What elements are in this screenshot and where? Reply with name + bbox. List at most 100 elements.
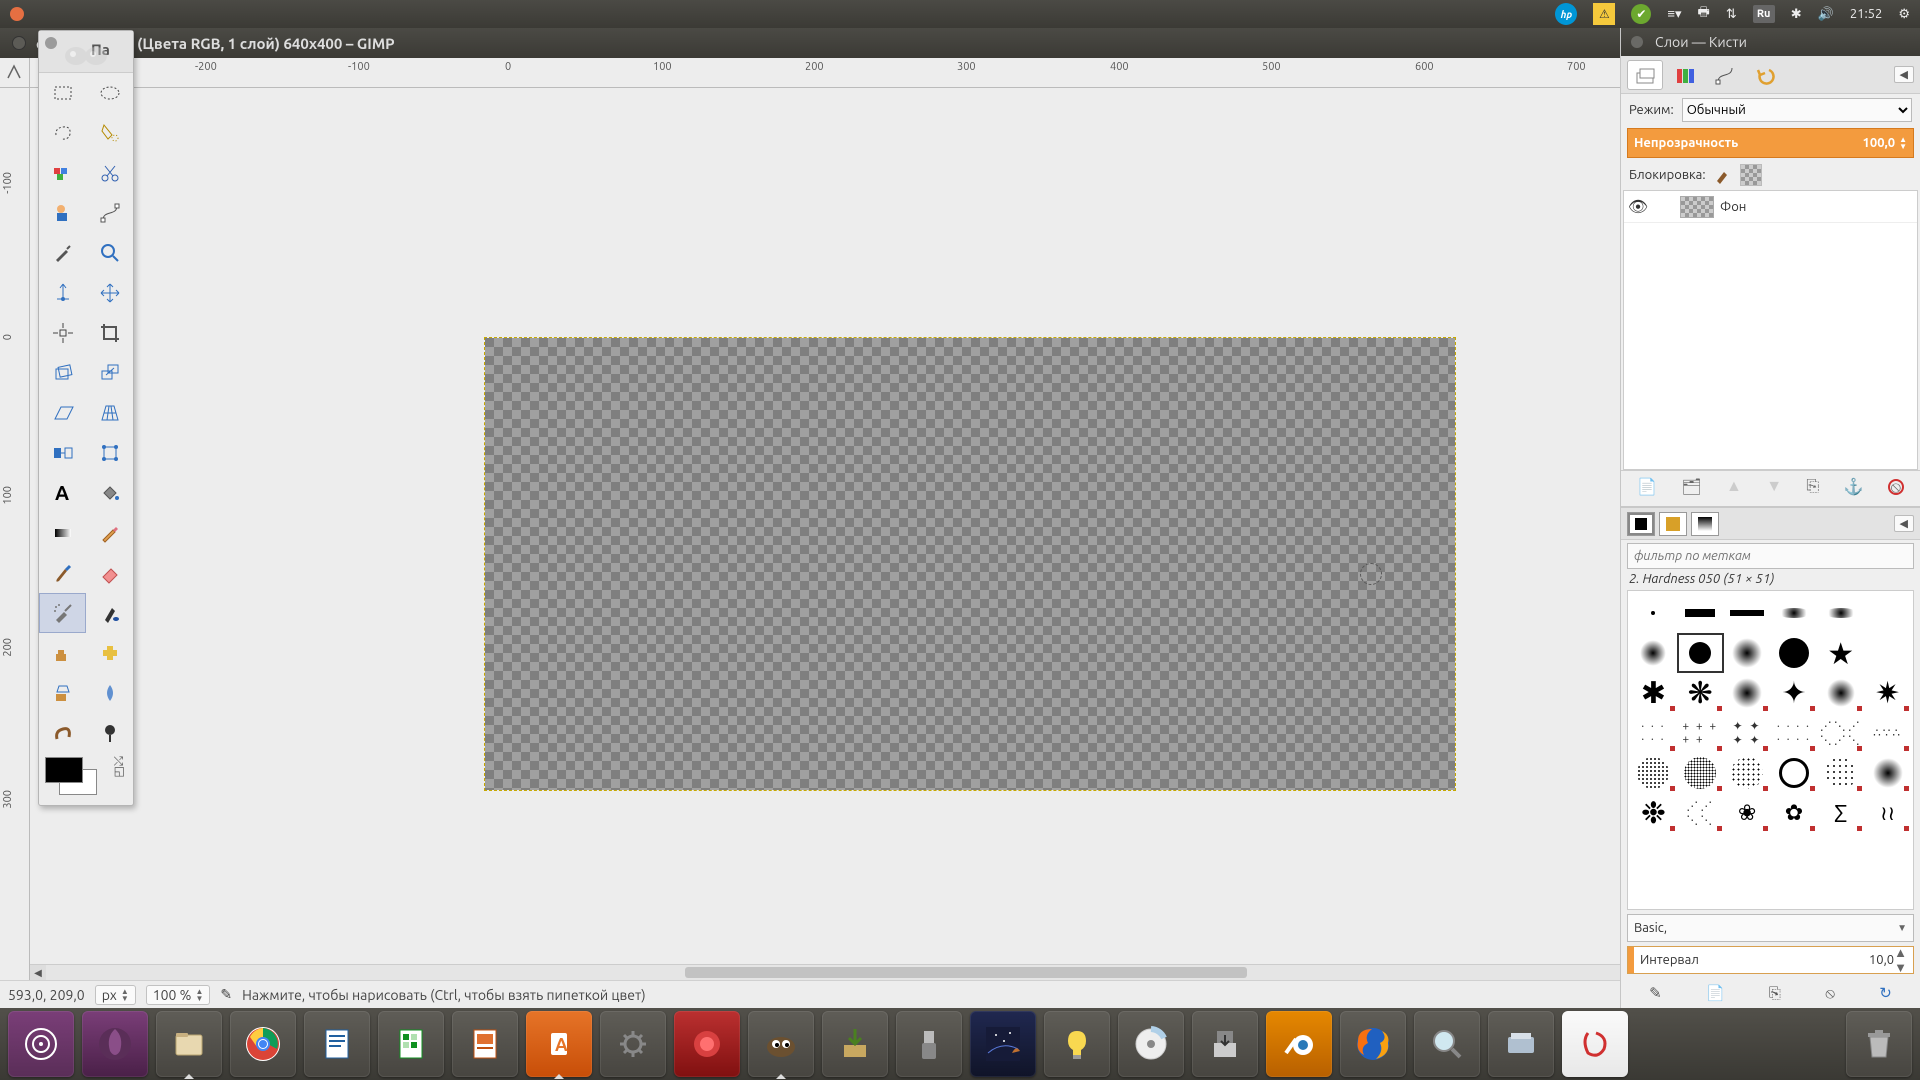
dock-trash[interactable] [1846, 1011, 1912, 1077]
brush-item[interactable]: ★ [1817, 633, 1864, 673]
tool-rotate[interactable] [39, 353, 86, 393]
brush-item[interactable]: ❉ [1630, 793, 1677, 833]
tool-text[interactable]: A [39, 473, 86, 513]
brush-menu-icon[interactable]: ◀ [1894, 515, 1914, 532]
brush-refresh-icon[interactable]: ↻ [1879, 984, 1892, 1002]
units-selector[interactable]: px ▲▼ [95, 985, 136, 1005]
layer-up-icon[interactable]: ▲ [1726, 477, 1742, 496]
dock-stellarium[interactable] [970, 1011, 1036, 1077]
brush-item[interactable]: ✷ [1864, 673, 1911, 713]
dock-gimp[interactable] [748, 1011, 814, 1077]
brush-item[interactable] [1724, 633, 1771, 673]
dock-calc[interactable] [378, 1011, 444, 1077]
brush-interval-slider[interactable]: Интервал 10,0 ▲▼ [1627, 946, 1914, 974]
bluetooth-icon[interactable]: ✱ [1791, 7, 1802, 22]
stepper-icon[interactable]: ▲▼ [1894, 945, 1907, 975]
brush-item[interactable] [1724, 593, 1771, 633]
brush-category-select[interactable]: Basic,▼ [1627, 914, 1914, 942]
printer-icon[interactable]: 🖶 [1698, 3, 1710, 25]
tool-smudge[interactable] [39, 713, 86, 753]
brush-item[interactable]: ∴∵∴ [1864, 713, 1911, 753]
tool-blend[interactable] [39, 513, 86, 553]
dock-files[interactable] [156, 1011, 222, 1077]
toolbox-close-icon[interactable] [45, 37, 57, 49]
status-ok-icon[interactable]: ✔ [1631, 4, 1651, 24]
dock-record[interactable] [674, 1011, 740, 1077]
zoom-selector[interactable]: 100 % ▲▼ [146, 985, 211, 1005]
dock-writer[interactable] [304, 1011, 370, 1077]
canvas[interactable] [485, 338, 1455, 790]
dock-settings[interactable] [600, 1011, 666, 1077]
dock-scanner[interactable] [1488, 1011, 1554, 1077]
dock-chrome[interactable] [230, 1011, 296, 1077]
right-dock-title[interactable]: Слои — Кисти [1621, 28, 1920, 56]
tool-dodge[interactable] [86, 713, 133, 753]
brush-item[interactable] [1724, 753, 1771, 793]
brush-item[interactable] [1770, 753, 1817, 793]
dock-menu-icon[interactable]: ◀ [1894, 66, 1914, 83]
clock[interactable]: 21:52 [1850, 7, 1883, 21]
tool-scale[interactable] [86, 353, 133, 393]
tool-paths[interactable] [86, 193, 133, 233]
brush-grid[interactable]: ★ ✱ ❋ ✦ ✷ · · ·· · · + + ++ + ✦ ✦✦ ✦ · ·… [1627, 590, 1914, 910]
layer-duplicate-icon[interactable]: ⎘ [1806, 477, 1819, 496]
scroll-left-icon[interactable]: ◀ [30, 965, 46, 980]
dock-tips[interactable] [1044, 1011, 1110, 1077]
menu-icon[interactable]: ≡▾ [1667, 6, 1681, 22]
layer-visibility-icon[interactable]: 👁 [1624, 197, 1652, 216]
brush-item[interactable] [1864, 633, 1911, 673]
layer-group-icon[interactable]: 🗂 [1681, 477, 1701, 496]
dock-tor[interactable] [82, 1011, 148, 1077]
brush-item[interactable]: ✱ [1630, 673, 1677, 713]
dock-firefox[interactable] [1340, 1011, 1406, 1077]
tab-paths[interactable] [1707, 60, 1743, 90]
network-icon[interactable]: ⇅ [1726, 7, 1737, 22]
tool-select-by-color[interactable] [39, 153, 86, 193]
tool-paintbrush[interactable] [39, 553, 86, 593]
dock-blender[interactable] [1266, 1011, 1332, 1077]
layer-list[interactable]: 👁 Фон [1623, 190, 1918, 470]
lock-alpha-icon[interactable] [1740, 164, 1762, 186]
update-warn-icon[interactable]: ⚠ [1593, 3, 1615, 25]
brush-item[interactable]: ⋰⋰⋱⋱ [1677, 793, 1724, 833]
tab-patterns[interactable] [1659, 512, 1687, 536]
volume-icon[interactable]: 🔊 [1818, 7, 1834, 22]
brush-item[interactable] [1677, 593, 1724, 633]
gimp-close-icon[interactable] [12, 36, 26, 50]
tool-pencil[interactable] [86, 513, 133, 553]
dock-impress[interactable] [452, 1011, 518, 1077]
dock-close-icon[interactable] [1631, 36, 1643, 48]
tool-measure[interactable] [39, 273, 86, 313]
brush-item[interactable] [1770, 593, 1817, 633]
dock-dash[interactable] [8, 1011, 74, 1077]
tool-blur[interactable] [86, 673, 133, 713]
tool-crop[interactable] [86, 313, 133, 353]
brush-item[interactable] [1630, 633, 1677, 673]
tab-layers[interactable] [1627, 60, 1663, 90]
tool-eraser[interactable] [86, 553, 133, 593]
tool-rect-select[interactable] [39, 73, 86, 113]
brush-item[interactable]: ✿ [1770, 793, 1817, 833]
brush-item[interactable] [1864, 593, 1911, 633]
tab-channels[interactable] [1667, 60, 1703, 90]
brush-item[interactable]: + + ++ + [1677, 713, 1724, 753]
tool-perspective[interactable] [86, 393, 133, 433]
tool-foreground-select[interactable] [39, 193, 86, 233]
brush-item[interactable] [1630, 593, 1677, 633]
toolbox-header[interactable]: Па [39, 31, 133, 73]
layer-name[interactable]: Фон [1720, 200, 1746, 214]
brush-item[interactable] [1864, 753, 1911, 793]
brush-item[interactable] [1817, 673, 1864, 713]
brush-item[interactable]: · · ·· · · [1630, 713, 1677, 753]
brush-item[interactable]: ❋ [1677, 673, 1724, 713]
stepper-icon[interactable]: ▲▼ [1899, 136, 1907, 150]
brush-duplicate-icon[interactable]: ⎘ [1769, 984, 1781, 1002]
brush-item[interactable] [1630, 753, 1677, 793]
tool-color-picker[interactable] [39, 233, 86, 273]
layer-delete-icon[interactable]: ⦸ [1888, 478, 1904, 496]
tool-flip[interactable] [39, 433, 86, 473]
ruler-corner[interactable] [0, 58, 30, 88]
keyboard-lang-badge[interactable]: Ru [1753, 5, 1775, 23]
brush-item[interactable]: · · · ·· · · · [1770, 713, 1817, 753]
tool-fuzzy-select[interactable] [86, 113, 133, 153]
